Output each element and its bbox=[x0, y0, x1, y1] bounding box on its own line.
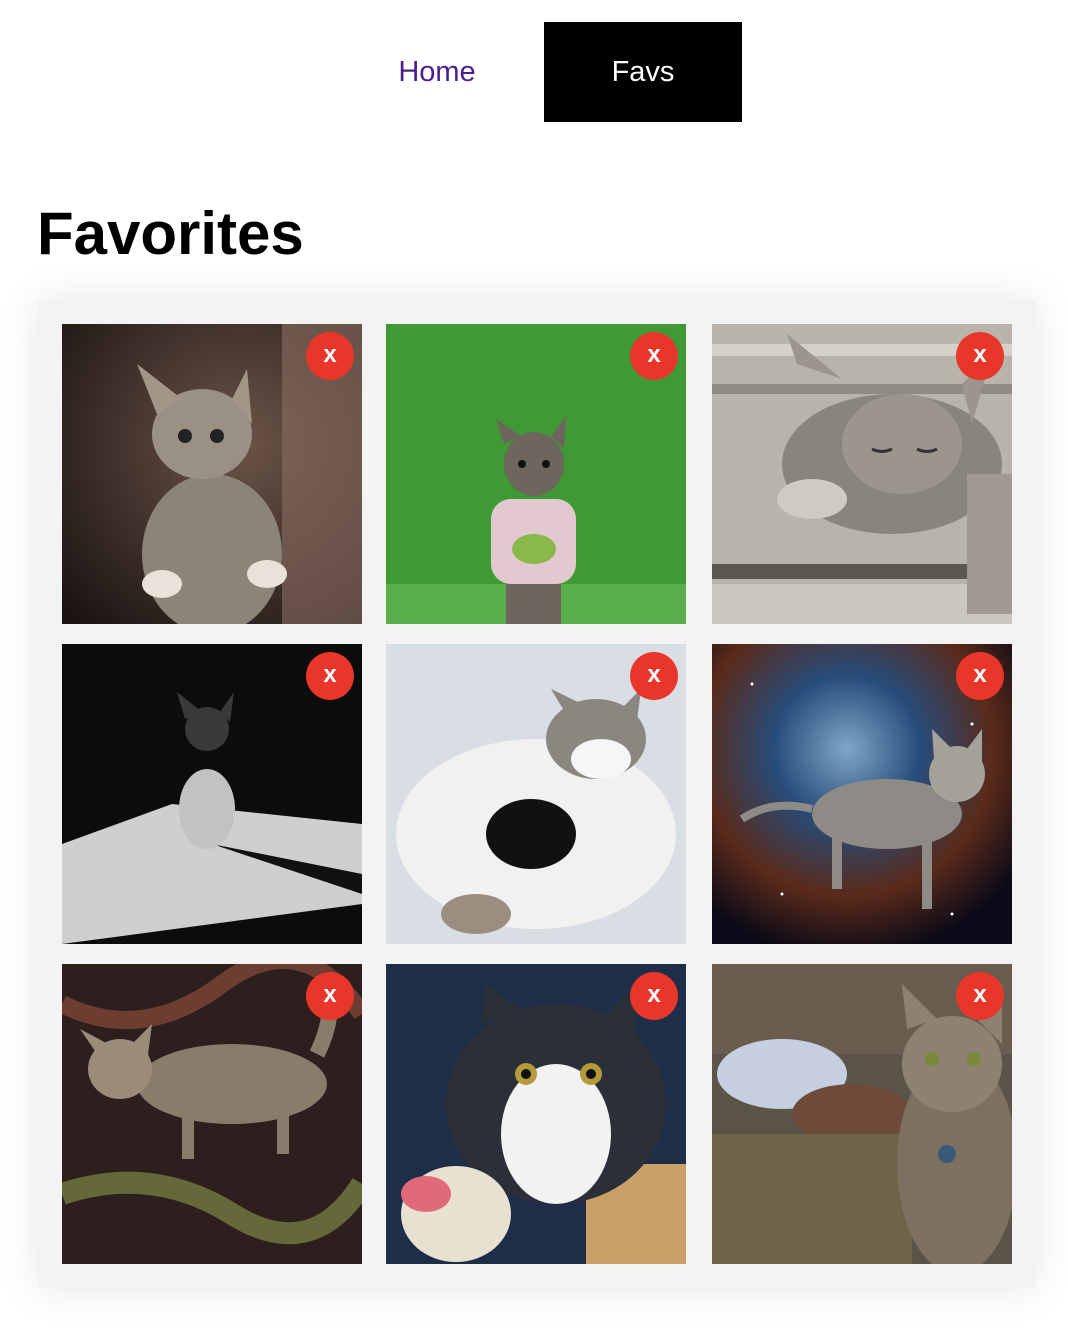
favorites-grid: x x x x x x x x x bbox=[38, 300, 1036, 1288]
remove-favorite-button[interactable]: x bbox=[956, 972, 1004, 1020]
favorite-tile[interactable]: x bbox=[62, 644, 362, 944]
favorite-tile[interactable]: x bbox=[712, 964, 1012, 1264]
favorite-tile[interactable]: x bbox=[386, 644, 686, 944]
nav-home-link[interactable]: Home bbox=[338, 22, 536, 122]
favorite-tile[interactable]: x bbox=[386, 324, 686, 624]
remove-favorite-button[interactable]: x bbox=[630, 972, 678, 1020]
remove-favorite-button[interactable]: x bbox=[306, 652, 354, 700]
remove-favorite-button[interactable]: x bbox=[306, 332, 354, 380]
remove-favorite-button[interactable]: x bbox=[306, 972, 354, 1020]
favorite-tile[interactable]: x bbox=[386, 964, 686, 1264]
favorite-tile[interactable]: x bbox=[712, 324, 1012, 624]
remove-favorite-button[interactable]: x bbox=[956, 332, 1004, 380]
top-nav: Home Favs bbox=[0, 22, 1068, 122]
remove-favorite-button[interactable]: x bbox=[956, 652, 1004, 700]
nav-favs-tab[interactable]: Favs bbox=[544, 22, 742, 122]
favorite-tile[interactable]: x bbox=[62, 964, 362, 1264]
favorite-tile[interactable]: x bbox=[62, 324, 362, 624]
remove-favorite-button[interactable]: x bbox=[630, 332, 678, 380]
page-title: Favorites bbox=[37, 200, 304, 267]
remove-favorite-button[interactable]: x bbox=[630, 652, 678, 700]
favorite-tile[interactable]: x bbox=[712, 644, 1012, 944]
